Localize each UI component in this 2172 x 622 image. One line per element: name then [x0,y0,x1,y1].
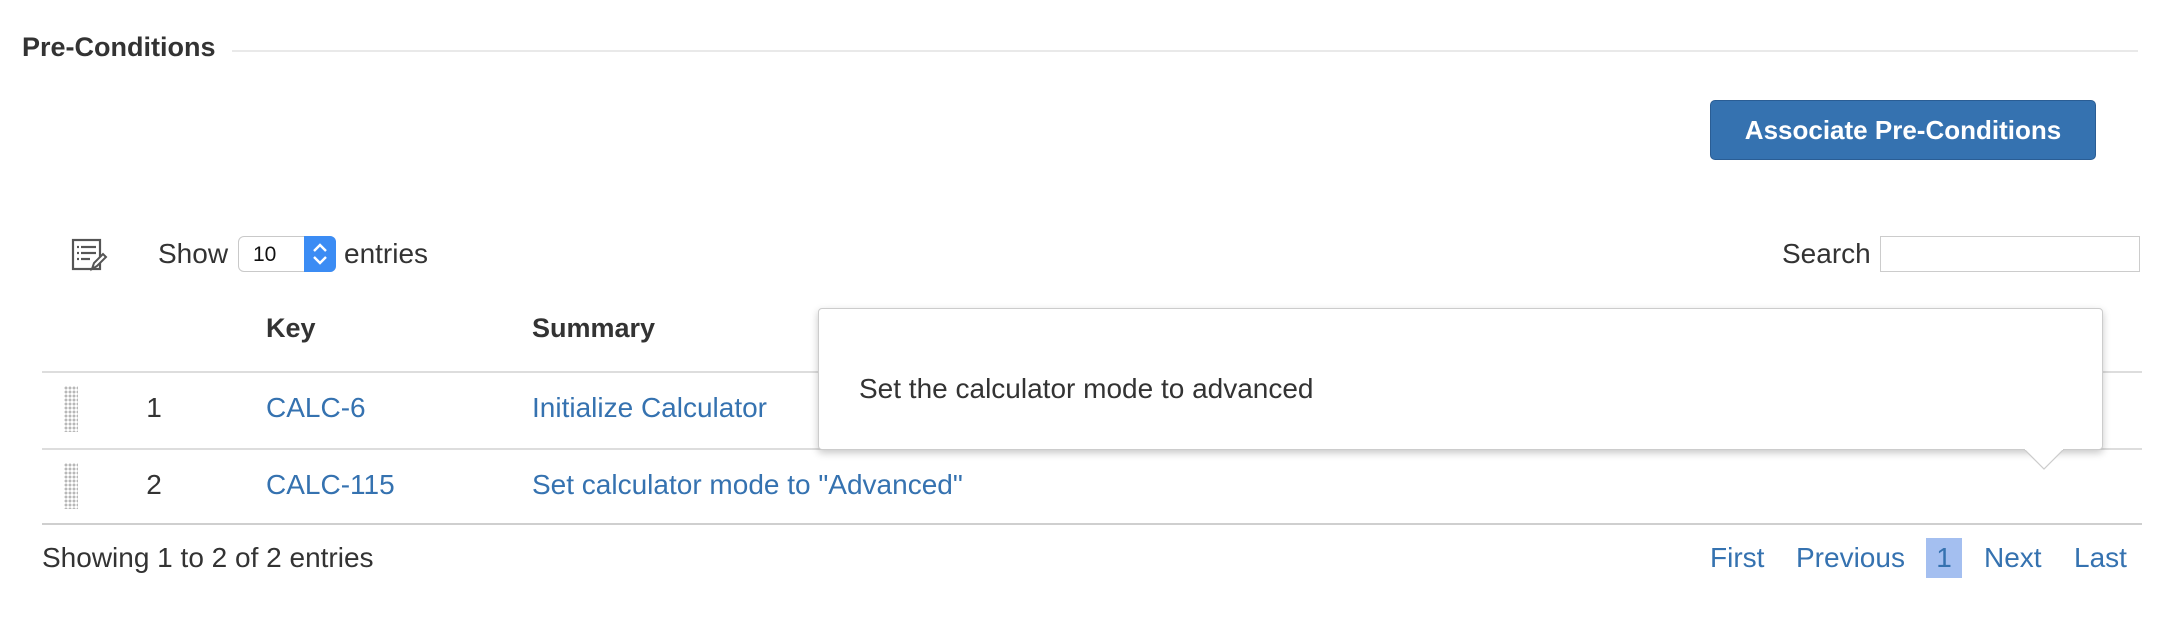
row-key-link[interactable]: CALC-115 [266,469,395,501]
up-down-chevron-icon [304,236,336,272]
show-label: Show [158,238,229,269]
column-chooser-icon[interactable] [70,236,108,274]
associate-preconditions-button[interactable]: Associate Pre-Conditions [1710,100,2096,160]
search-input[interactable] [1880,236,2140,272]
drag-grip-icon[interactable] [64,463,78,509]
table-bottom-divider [42,523,2142,525]
row-number: 2 [146,469,162,500]
drag-grip-icon[interactable] [64,386,78,432]
pagination-current-page[interactable]: 1 [1926,538,1962,578]
pagination-first[interactable]: First [1710,542,1764,574]
row-summary-link[interactable]: Initialize Calculator [532,392,767,424]
entries-label: entries [344,238,429,269]
row-summary-link[interactable]: Set calculator mode to "Advanced" [532,469,963,501]
row-key-link[interactable]: CALC-6 [266,392,366,424]
pagination-previous[interactable]: Previous [1796,542,1905,574]
table-info: Showing 1 to 2 of 2 entries [42,542,374,573]
row-number: 1 [146,392,162,423]
tooltip-text: Set the calculator mode to advanced [859,373,1314,404]
tooltip-arrow [2023,447,2065,471]
summary-tooltip: Set the calculator mode to advanced [818,308,2103,450]
pagination-next[interactable]: Next [1984,542,2042,574]
page-length-select[interactable]: 10 [238,236,336,272]
column-header-summary[interactable]: Summary [532,313,655,344]
pagination-last[interactable]: Last [2074,542,2127,574]
column-header-key[interactable]: Key [266,313,316,344]
section-divider [232,50,2138,52]
page-length-value: 10 [253,243,277,266]
section-title: Pre-Conditions [22,32,216,62]
search-label: Search [1782,238,1871,269]
